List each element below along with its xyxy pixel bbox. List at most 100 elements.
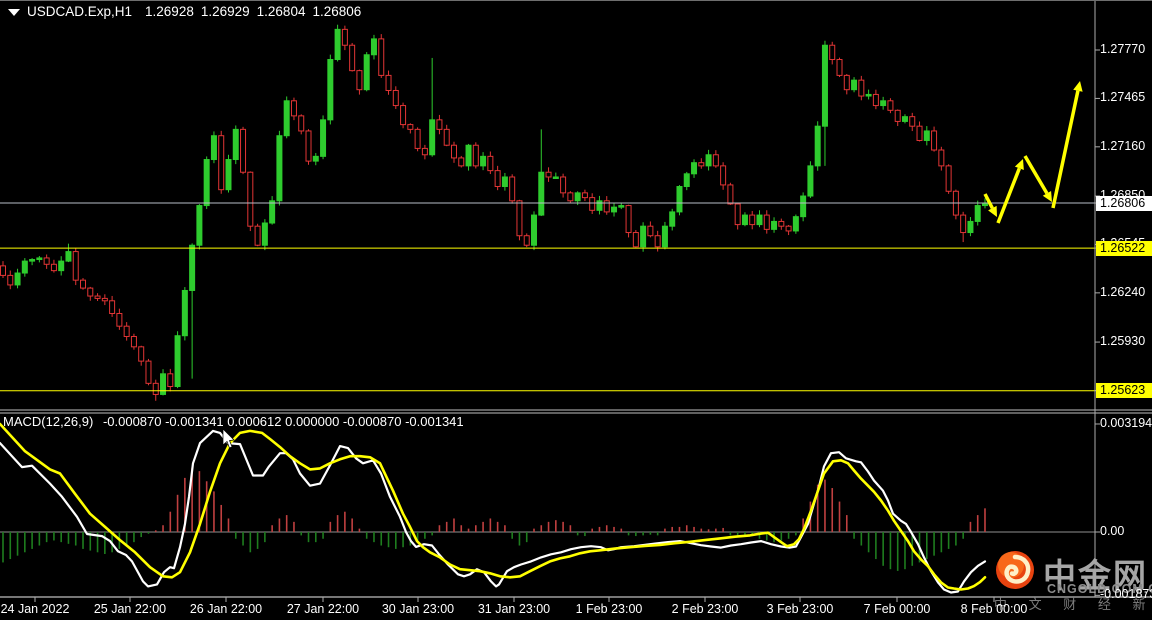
candle-body <box>458 157 465 167</box>
candle-body <box>720 165 727 186</box>
candle-body <box>414 128 421 149</box>
close-value: 1.26806 <box>312 4 362 19</box>
candle-body <box>370 38 377 56</box>
candle-body <box>283 100 290 137</box>
price-axis-label: 1.27465 <box>1100 90 1146 105</box>
candle-body <box>203 159 210 207</box>
candle-body <box>429 119 436 156</box>
candle-body <box>843 74 850 91</box>
price-badge: 1.26522 <box>1096 240 1152 256</box>
candle-body <box>538 171 545 216</box>
candle-body <box>763 214 770 230</box>
candle-body <box>392 89 399 107</box>
collapse-triangle-icon[interactable] <box>8 9 20 16</box>
mt4-chart-window: USDCAD.Exp,H1 1.26928 1.26929 1.26804 1.… <box>0 0 1152 620</box>
forecast-arrow[interactable] <box>996 159 1024 224</box>
candle-body <box>596 200 603 211</box>
time-axis-label: 2 Feb 23:00 <box>671 602 739 616</box>
candle-body <box>181 289 188 337</box>
macd-axis-label: 0.00 <box>1100 524 1125 538</box>
price-badge: 1.25623 <box>1096 383 1152 399</box>
candle-body <box>167 373 174 388</box>
candle-body <box>152 382 159 395</box>
price-axis-label: 1.27770 <box>1100 42 1146 56</box>
candle-body <box>494 170 501 188</box>
price-axis-label: 1.26240 <box>1100 284 1146 299</box>
candle-body <box>58 260 65 272</box>
candle-body <box>960 214 967 234</box>
candle-body <box>691 162 698 175</box>
candle-body <box>509 176 516 202</box>
forecast-arrow-shaft[interactable] <box>996 167 1021 224</box>
candle-body <box>320 119 327 157</box>
candle-body <box>443 128 450 146</box>
candle-body <box>581 192 588 199</box>
candle-body <box>65 251 72 262</box>
candle-body <box>640 225 647 248</box>
candle-body <box>189 244 196 291</box>
time-axis-label: 8 Feb 00:00 <box>960 602 1028 616</box>
candle-body <box>385 74 392 91</box>
candle-body <box>872 93 879 107</box>
candle-body <box>363 54 370 91</box>
candle-body <box>821 44 828 127</box>
candle-body <box>36 257 43 261</box>
candle-body <box>290 100 297 117</box>
candle-body <box>603 200 610 213</box>
time-axis-label: 7 Feb 00:00 <box>863 602 931 616</box>
candle-body <box>0 265 6 276</box>
macd-values: -0.000870 -0.001341 0.000612 0.000000 -0… <box>102 414 464 429</box>
candle-body <box>865 93 872 97</box>
candle-body <box>545 171 552 178</box>
candle-body <box>676 186 683 213</box>
candle-body <box>611 206 618 213</box>
candle-body <box>14 272 21 286</box>
candle-body <box>800 195 807 218</box>
forecast-arrow[interactable] <box>1023 155 1052 202</box>
time-axis-label: 24 Jan 2022 <box>0 602 70 616</box>
candle-body <box>334 28 341 61</box>
candle-body <box>356 70 363 91</box>
candle-body <box>341 28 348 46</box>
open-value: 1.26928 <box>145 4 194 19</box>
candle-body <box>661 225 668 248</box>
candle-body <box>247 171 254 227</box>
candle-body <box>647 225 654 237</box>
candle-body <box>807 165 814 197</box>
candle-body <box>501 176 508 188</box>
candle-body <box>552 176 559 179</box>
candle-body <box>472 144 479 167</box>
candle-body <box>123 325 130 338</box>
time-axis-label: 31 Jan 23:00 <box>477 602 551 616</box>
time-axis-label: 3 Feb 23:00 <box>766 602 834 616</box>
candle-body <box>196 205 203 246</box>
forecast-arrow-head[interactable] <box>1073 81 1083 92</box>
candle-body <box>225 159 232 191</box>
macd-indicator-label: MACD(12,26,9) -0.000870 -0.001341 0.0006… <box>3 414 470 429</box>
candle-body <box>43 257 50 265</box>
candle-body <box>683 173 690 188</box>
price-chart-canvas[interactable] <box>0 1 1152 620</box>
candle-body <box>516 200 523 237</box>
forecast-arrow-shaft[interactable] <box>1023 155 1049 195</box>
candle-body <box>785 225 792 232</box>
candle-body <box>887 100 894 111</box>
candle-body <box>974 205 981 222</box>
candle-body <box>931 130 938 151</box>
candle-body <box>923 130 930 141</box>
price-badge: 1.26806 <box>1096 195 1152 211</box>
candle-body <box>698 162 705 167</box>
candle-body <box>312 155 319 162</box>
candle-body <box>174 335 181 388</box>
forecast-arrow-shaft[interactable] <box>1051 90 1080 209</box>
candle-body <box>967 220 974 234</box>
forecast-arrow[interactable] <box>1051 81 1083 209</box>
candle-body <box>138 346 145 362</box>
candle-body <box>407 124 414 130</box>
candle-body <box>909 116 916 127</box>
candle-body <box>851 79 858 91</box>
high-value: 1.26929 <box>200 4 250 19</box>
candle-body <box>87 287 94 297</box>
macd-axis-label: 0.003194 <box>1100 415 1152 430</box>
candle-body <box>130 336 137 348</box>
